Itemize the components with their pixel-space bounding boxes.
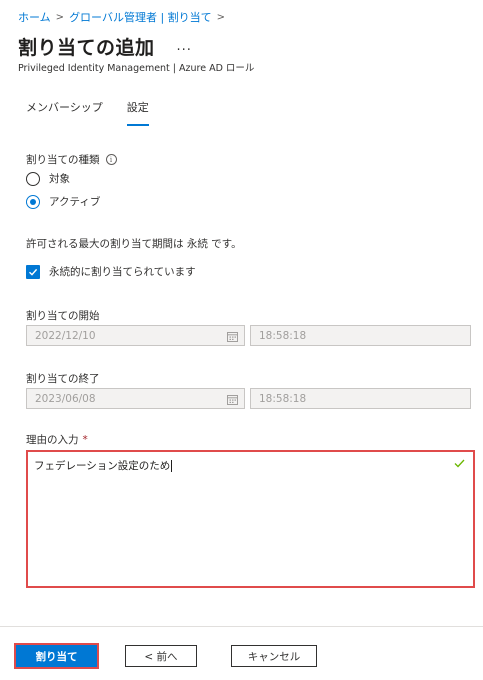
- start-time-value: 18:58:18: [259, 329, 307, 342]
- text-cursor: [171, 460, 173, 472]
- more-options-button[interactable]: ...: [177, 39, 192, 54]
- permanent-assignment-checkbox[interactable]: 永続的に割り当てられています: [26, 264, 196, 279]
- cancel-button[interactable]: キャンセル: [231, 645, 317, 667]
- breadcrumb-separator-icon: >: [216, 11, 226, 23]
- radio-active-label: アクティブ: [49, 196, 101, 208]
- breadcrumb-separator-icon: >: [55, 11, 65, 23]
- tab-membership[interactable]: メンバーシップ: [26, 99, 103, 126]
- reason-label: 理由の入力 *: [26, 432, 88, 447]
- start-date-value: 2022/12/10: [35, 329, 96, 342]
- footer-divider: [0, 626, 483, 627]
- checkbox-checked-icon[interactable]: [26, 264, 40, 279]
- tab-bar: メンバーシップ 設定: [26, 99, 173, 126]
- start-date-input[interactable]: 2022/12/10: [26, 325, 245, 346]
- radio-eligible[interactable]: 対象: [26, 171, 70, 186]
- reason-label-text: 理由の入力: [26, 434, 79, 446]
- reason-textarea[interactable]: フェデレーション設定のため: [26, 450, 475, 588]
- end-date-input[interactable]: 2023/06/08: [26, 388, 245, 409]
- end-time-input[interactable]: 18:58:18: [250, 388, 471, 409]
- breadcrumb-home[interactable]: ホーム: [18, 9, 51, 25]
- page-title: 割り当ての追加: [18, 37, 155, 59]
- max-duration-text: 許可される最大の割り当て期間は 永続 です。: [26, 238, 242, 250]
- permanent-assignment-label: 永続的に割り当てられています: [49, 266, 196, 278]
- info-icon[interactable]: i: [105, 154, 117, 165]
- radio-active[interactable]: アクティブ: [26, 194, 100, 209]
- valid-check-icon: [454, 458, 465, 471]
- start-label: 割り当ての開始: [26, 310, 100, 322]
- breadcrumb-role-assignments[interactable]: グローバル管理者 | 割り当て: [69, 9, 212, 25]
- required-indicator: *: [82, 433, 88, 446]
- assign-button[interactable]: 割り当て: [14, 643, 99, 669]
- radio-button-unchecked[interactable]: [26, 171, 40, 186]
- end-label: 割り当ての終了: [26, 373, 100, 385]
- assignment-type-label: 割り当ての種類 i: [26, 152, 117, 167]
- radio-eligible-label: 対象: [49, 173, 70, 185]
- reason-text-value: フェデレーション設定のため: [34, 460, 171, 472]
- end-time-value: 18:58:18: [259, 392, 307, 405]
- start-time-input[interactable]: 18:58:18: [250, 325, 471, 346]
- assignment-type-label-text: 割り当ての種類: [26, 154, 100, 166]
- radio-button-checked[interactable]: [26, 194, 40, 209]
- title-row: 割り当ての追加 ...: [18, 33, 192, 60]
- breadcrumb: ホーム > グローバル管理者 | 割り当て >: [18, 9, 230, 25]
- tab-settings[interactable]: 設定: [126, 99, 149, 126]
- end-date-value: 2023/06/08: [35, 392, 96, 405]
- page-subtitle: Privileged Identity Management | Azure A…: [18, 63, 255, 74]
- calendar-icon[interactable]: [227, 331, 238, 345]
- previous-button[interactable]: < 前へ: [125, 645, 197, 667]
- calendar-icon[interactable]: [227, 394, 238, 408]
